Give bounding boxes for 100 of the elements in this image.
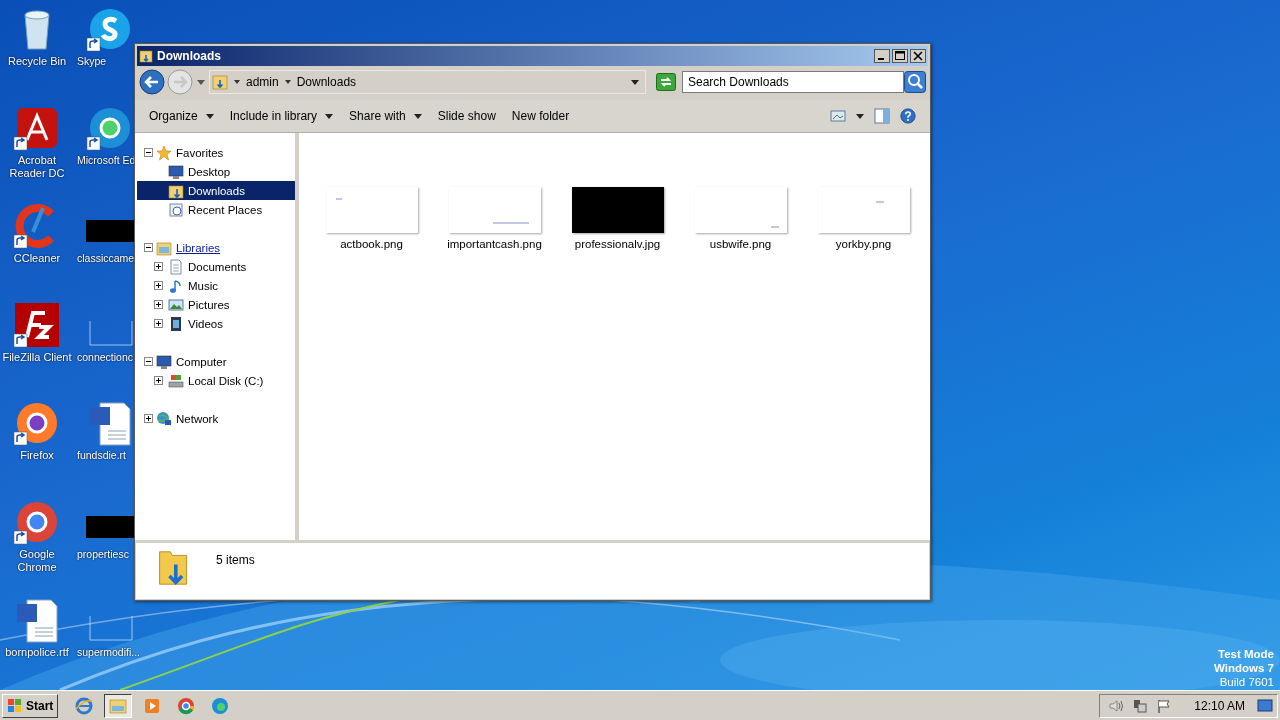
expand-icon[interactable]	[154, 300, 163, 309]
tree-item[interactable]: Computer	[137, 352, 295, 371]
desktop-icon-label[interactable]: Recycle Bin	[7, 55, 67, 68]
tree-item[interactable]: Videos	[137, 314, 295, 333]
dropdown-caret-icon[interactable]	[631, 79, 639, 85]
desktop-icon-label[interactable]: FileZilla Client	[2, 350, 72, 364]
tree-item[interactable]: Local Disk (C:)	[137, 371, 295, 390]
flag-icon[interactable]	[7, 697, 23, 714]
file-name[interactable]: yorkby.png	[835, 238, 892, 250]
refresh-button[interactable]	[656, 73, 676, 91]
history-caret-icon[interactable]	[197, 79, 205, 85]
tree-label[interactable]: Recent Places	[188, 203, 263, 216]
tree-label[interactable]: Libraries	[176, 241, 221, 254]
show-desktop-icon[interactable]	[1257, 697, 1273, 714]
back-button[interactable]	[139, 69, 165, 95]
speaker-icon[interactable]	[1108, 697, 1125, 714]
search-field[interactable]: Search Downloads	[682, 71, 904, 93]
file-name[interactable]: actbook.png	[340, 238, 403, 250]
tree-label[interactable]: Local Disk (C:)	[188, 374, 264, 387]
file-thumbnail[interactable]	[448, 187, 541, 233]
tree-item[interactable]: Libraries	[137, 238, 295, 257]
desktop-icon-label[interactable]: fundsdie.rt	[77, 449, 127, 462]
folder-taskbar-icon[interactable]	[104, 693, 133, 718]
flag-icon[interactable]	[1156, 697, 1173, 714]
toolbar-button[interactable]: Slide show	[429, 106, 504, 126]
expand-icon[interactable]	[144, 414, 153, 423]
file-thumbnail[interactable]	[817, 187, 910, 233]
help-icon[interactable]	[900, 108, 916, 124]
expand-icon[interactable]	[154, 319, 163, 328]
caret-icon[interactable]	[325, 113, 334, 119]
file-thumbnail[interactable]	[325, 187, 418, 233]
tree-item[interactable]: Pictures	[137, 295, 295, 314]
file-thumbnail[interactable]	[571, 187, 664, 233]
caret-icon[interactable]	[284, 80, 291, 84]
toolbar-button[interactable]: Organize	[141, 106, 222, 126]
tree-label[interactable]: Desktop	[188, 165, 231, 178]
toolbar-button[interactable]: Include in library	[221, 106, 342, 126]
tree-label[interactable]: Documents	[188, 260, 247, 273]
desktop-icon-label[interactable]: classiccame	[77, 252, 135, 265]
clock[interactable]: 12:10 AM	[1194, 698, 1245, 713]
tree-label[interactable]: Computer	[176, 355, 227, 368]
tree-item[interactable]: Network	[137, 409, 295, 428]
tree-item[interactable]: Favorites	[137, 143, 295, 162]
file-thumbnail[interactable]	[694, 187, 787, 233]
watermark-text: Build 7601	[1219, 675, 1274, 689]
tree-item[interactable]: Desktop	[137, 162, 295, 181]
tree-label[interactable]: Music	[188, 279, 219, 292]
collapse-icon[interactable]	[144, 243, 153, 252]
desktop-icon-label[interactable]: Google Chrome	[0, 547, 74, 574]
globe-icon	[156, 410, 172, 427]
desktop-icon-label[interactable]: supermodifi...	[77, 646, 141, 659]
desktop-icon-label[interactable]: bornpolice.rtf	[5, 646, 69, 659]
caret-icon[interactable]	[856, 113, 864, 119]
caret-icon[interactable]	[205, 113, 214, 119]
tree-label[interactable]: Pictures	[188, 298, 230, 311]
desktop-icon-label[interactable]: Skype	[77, 55, 107, 68]
file-name[interactable]: usbwife.png	[709, 238, 772, 250]
expand-icon[interactable]	[154, 262, 163, 271]
caret-icon[interactable]	[413, 113, 422, 119]
desktop-icon-label[interactable]: propertiesc	[77, 547, 129, 561]
minimize-button[interactable]	[874, 49, 890, 63]
network-icon[interactable]	[1132, 697, 1149, 714]
music-note-icon	[168, 277, 184, 294]
collapse-icon[interactable]	[144, 357, 153, 366]
document-icon	[168, 258, 184, 275]
desktop-icon-label[interactable]: connectionc	[77, 350, 134, 364]
close-button[interactable]	[910, 49, 926, 63]
tree-item[interactable]: Documents	[137, 257, 295, 276]
tree-label[interactable]: Videos	[188, 317, 223, 330]
tree-label[interactable]: Network	[176, 412, 219, 425]
desktop-icon-label[interactable]: Acrobat Reader DC	[0, 153, 74, 180]
desktop-icon-label[interactable]: Firefox	[20, 449, 54, 462]
file-name[interactable]: professionalv.jpg	[574, 238, 661, 250]
collapse-icon[interactable]	[144, 148, 153, 157]
expand-icon[interactable]	[154, 376, 163, 385]
start-button[interactable]: Start	[2, 693, 59, 718]
tree-label[interactable]: Favorites	[176, 146, 224, 159]
tree-item[interactable]: Downloads	[137, 181, 295, 200]
tree-item[interactable]: Music	[137, 276, 295, 295]
watermark-text: Test Mode	[1218, 647, 1274, 661]
star-icon	[156, 144, 172, 161]
breadcrumb-item[interactable]: admin	[246, 75, 279, 89]
tree-label[interactable]: Downloads	[188, 184, 245, 197]
toolbar-button[interactable]: Share with	[341, 106, 430, 126]
search-button[interactable]	[904, 71, 926, 93]
folder-icon	[168, 182, 184, 199]
toolbar-button[interactable]: New folder	[503, 106, 578, 126]
folder-icon	[139, 49, 153, 63]
caret-icon[interactable]	[234, 80, 240, 84]
breadcrumb-item[interactable]: Downloads	[296, 75, 357, 89]
file-name[interactable]: importantcash.png	[447, 238, 542, 250]
filezilla-icon[interactable]	[13, 300, 61, 349]
desktop-icon-label[interactable]: CCleaner	[13, 252, 61, 265]
tree-item[interactable]: Recent Places	[137, 200, 295, 219]
view-icon[interactable]	[830, 108, 846, 124]
item-count: 5 items	[216, 553, 255, 567]
address-bar[interactable]: admin Downloads	[209, 70, 646, 94]
expand-icon[interactable]	[154, 281, 163, 290]
maximize-button[interactable]	[892, 49, 908, 63]
picture-icon	[168, 296, 184, 313]
